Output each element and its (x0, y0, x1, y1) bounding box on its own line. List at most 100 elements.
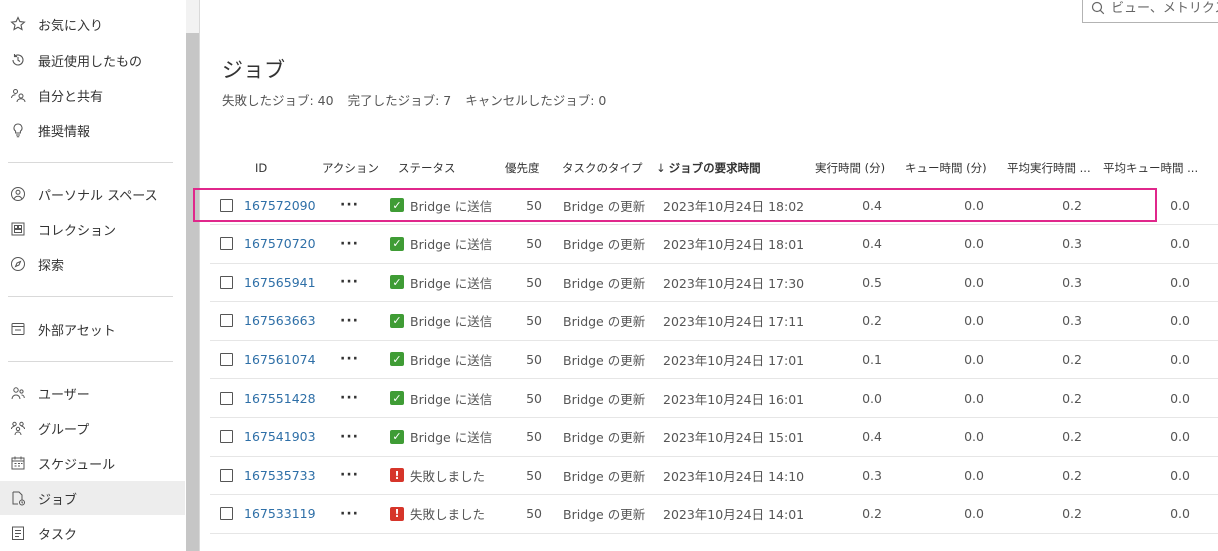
table-row[interactable]: 167541903 ··· ✓ Bridge に送信 50 Bridge の更新… (210, 418, 1218, 457)
row-checkbox[interactable] (220, 237, 233, 251)
table-row[interactable]: 167570720 ··· ✓ Bridge に送信 50 Bridge の更新… (210, 225, 1218, 264)
run-time-cell: 0.2 (862, 506, 882, 522)
sidebar-item-jobs[interactable]: ジョブ (0, 481, 185, 515)
job-id-link[interactable]: 167561074 (244, 340, 316, 378)
row-checkbox-cell[interactable] (220, 263, 233, 301)
table-row[interactable]: 167551428 ··· ✓ Bridge に送信 50 Bridge の更新… (210, 379, 1218, 418)
table-row[interactable]: 167533119 ··· ! 失敗しました 50 Bridge の更新 202… (210, 495, 1218, 534)
more-actions-icon[interactable]: ··· (340, 390, 359, 406)
row-actions-cell[interactable]: ··· (340, 418, 359, 456)
row-checkbox-cell[interactable] (220, 379, 233, 417)
job-id-link[interactable]: 167570720 (244, 225, 316, 263)
row-checkbox-cell[interactable] (220, 495, 233, 533)
row-checkbox[interactable] (220, 507, 233, 521)
more-actions-icon[interactable]: ··· (340, 467, 359, 483)
cancelled-jobs-count: キャンセルしたジョブ: 0 (465, 93, 607, 108)
column-header-queue-time[interactable]: キュー時間 (分) (905, 150, 987, 186)
row-checkbox[interactable] (220, 198, 233, 212)
column-header-task-type[interactable]: タスクのタイプ (562, 150, 643, 186)
row-checkbox[interactable] (220, 430, 233, 444)
job-id[interactable]: 167551428 (244, 391, 316, 406)
more-actions-icon[interactable]: ··· (340, 429, 359, 445)
more-actions-icon[interactable]: ··· (340, 351, 359, 367)
requested-time-cell: 2023年10月24日 17:01 (663, 352, 805, 368)
sidebar-item-schedules[interactable]: スケジュール (0, 446, 185, 480)
sidebar-item-users[interactable]: ユーザー (0, 376, 185, 410)
task-type-cell: Bridge の更新 (563, 507, 646, 523)
row-checkbox-cell[interactable] (220, 418, 233, 456)
more-actions-icon[interactable]: ··· (340, 506, 359, 522)
row-actions-cell[interactable]: ··· (340, 379, 359, 417)
row-checkbox[interactable] (220, 391, 233, 405)
run-time-cell: 0.4 (862, 236, 882, 252)
job-id-link[interactable]: 167563663 (244, 302, 316, 340)
row-actions-cell[interactable]: ··· (340, 495, 359, 533)
column-header-avg-queue-time[interactable]: 平均キュー時間 ... (1103, 150, 1198, 186)
sidebar-item-collections[interactable]: コレクション (0, 212, 185, 246)
table-row[interactable]: 167535733 ··· ! 失敗しました 50 Bridge の更新 202… (210, 456, 1218, 496)
row-checkbox-cell[interactable] (220, 302, 233, 340)
sidebar-item-favorites[interactable]: お気に入り (0, 7, 185, 41)
row-checkbox-cell[interactable] (220, 456, 233, 494)
job-id[interactable]: 167535733 (244, 468, 316, 483)
row-checkbox-cell[interactable] (220, 186, 233, 224)
column-header-run-time[interactable]: 実行時間 (分) (815, 150, 885, 186)
sidebar-item-personal-space[interactable]: パーソナル スペース (0, 177, 185, 211)
row-checkbox[interactable] (220, 352, 233, 366)
sidebar-item-recommendations[interactable]: 推奨情報 (0, 113, 185, 147)
job-id[interactable]: 167541903 (244, 429, 316, 444)
table-row[interactable]: 167572090 ··· ✓ Bridge に送信 50 Bridge の更新… (210, 186, 1218, 225)
job-id-link[interactable]: 167541903 (244, 418, 316, 456)
row-actions-cell[interactable]: ··· (340, 340, 359, 378)
job-id[interactable]: 167561074 (244, 352, 316, 367)
more-actions-icon[interactable]: ··· (340, 274, 359, 290)
sidebar-item-groups[interactable]: グループ (0, 411, 185, 445)
row-checkbox[interactable] (220, 275, 233, 289)
job-id[interactable]: 167572090 (244, 198, 316, 213)
status-text: Bridge に送信 (410, 352, 493, 368)
search-box[interactable] (1082, 0, 1218, 23)
job-id[interactable]: 167570720 (244, 236, 316, 251)
queue-time-cell: 0.0 (964, 351, 984, 367)
column-header-action[interactable]: アクション (322, 150, 379, 186)
row-checkbox[interactable] (220, 468, 233, 482)
more-actions-icon[interactable]: ··· (340, 197, 359, 213)
column-header-id[interactable]: ID (255, 150, 267, 186)
row-actions-cell[interactable]: ··· (340, 456, 359, 494)
column-header-avg-run-time[interactable]: 平均実行時間 ... (1007, 150, 1091, 186)
table-row[interactable]: 167565941 ··· ✓ Bridge に送信 50 Bridge の更新… (210, 263, 1218, 303)
table-row[interactable]: 167561074 ··· ✓ Bridge に送信 50 Bridge の更新… (210, 340, 1218, 380)
sidebar-item-explore[interactable]: 探索 (0, 247, 185, 281)
sidebar-scrollbar-thumb[interactable] (186, 33, 199, 551)
table-row[interactable]: 167563663 ··· ✓ Bridge に送信 50 Bridge の更新… (210, 302, 1218, 341)
job-id-link[interactable]: 167572090 (244, 186, 316, 224)
column-header-status[interactable]: ステータス (398, 150, 456, 186)
sidebar-item-tasks[interactable]: タスク (0, 516, 185, 550)
job-id[interactable]: 167565941 (244, 275, 316, 290)
job-id-link[interactable]: 167535733 (244, 456, 316, 494)
row-actions-cell[interactable]: ··· (340, 263, 359, 301)
row-checkbox-cell[interactable] (220, 340, 233, 378)
queue-time-cell: 0.0 (964, 313, 984, 329)
row-checkbox-cell[interactable] (220, 225, 233, 263)
column-header-priority[interactable]: 優先度 (505, 150, 540, 186)
column-header-requested-time[interactable]: ↓ ジョブの要求時間 (656, 150, 761, 186)
job-id-link[interactable]: 167565941 (244, 263, 316, 301)
job-id-link[interactable]: 167551428 (244, 379, 316, 417)
row-checkbox[interactable] (220, 314, 233, 328)
job-id[interactable]: 167533119 (244, 506, 316, 521)
search-input[interactable] (1111, 0, 1218, 16)
priority-cell: 50 (526, 390, 542, 406)
requested-time-cell: 2023年10月24日 18:01 (663, 237, 805, 253)
sidebar-item-shared[interactable]: 自分と共有 (0, 78, 185, 112)
job-id-link[interactable]: 167533119 (244, 495, 316, 533)
row-actions-cell[interactable]: ··· (340, 302, 359, 340)
sidebar-item-recents[interactable]: 最近使用したもの (0, 43, 185, 77)
more-actions-icon[interactable]: ··· (340, 313, 359, 329)
sidebar-item-external-assets[interactable]: 外部アセット (0, 312, 185, 346)
row-actions-cell[interactable]: ··· (340, 225, 359, 263)
avg-run-time-cell: 0.2 (1062, 351, 1082, 367)
job-id[interactable]: 167563663 (244, 313, 316, 328)
more-actions-icon[interactable]: ··· (340, 236, 359, 252)
row-actions-cell[interactable]: ··· (340, 186, 359, 224)
